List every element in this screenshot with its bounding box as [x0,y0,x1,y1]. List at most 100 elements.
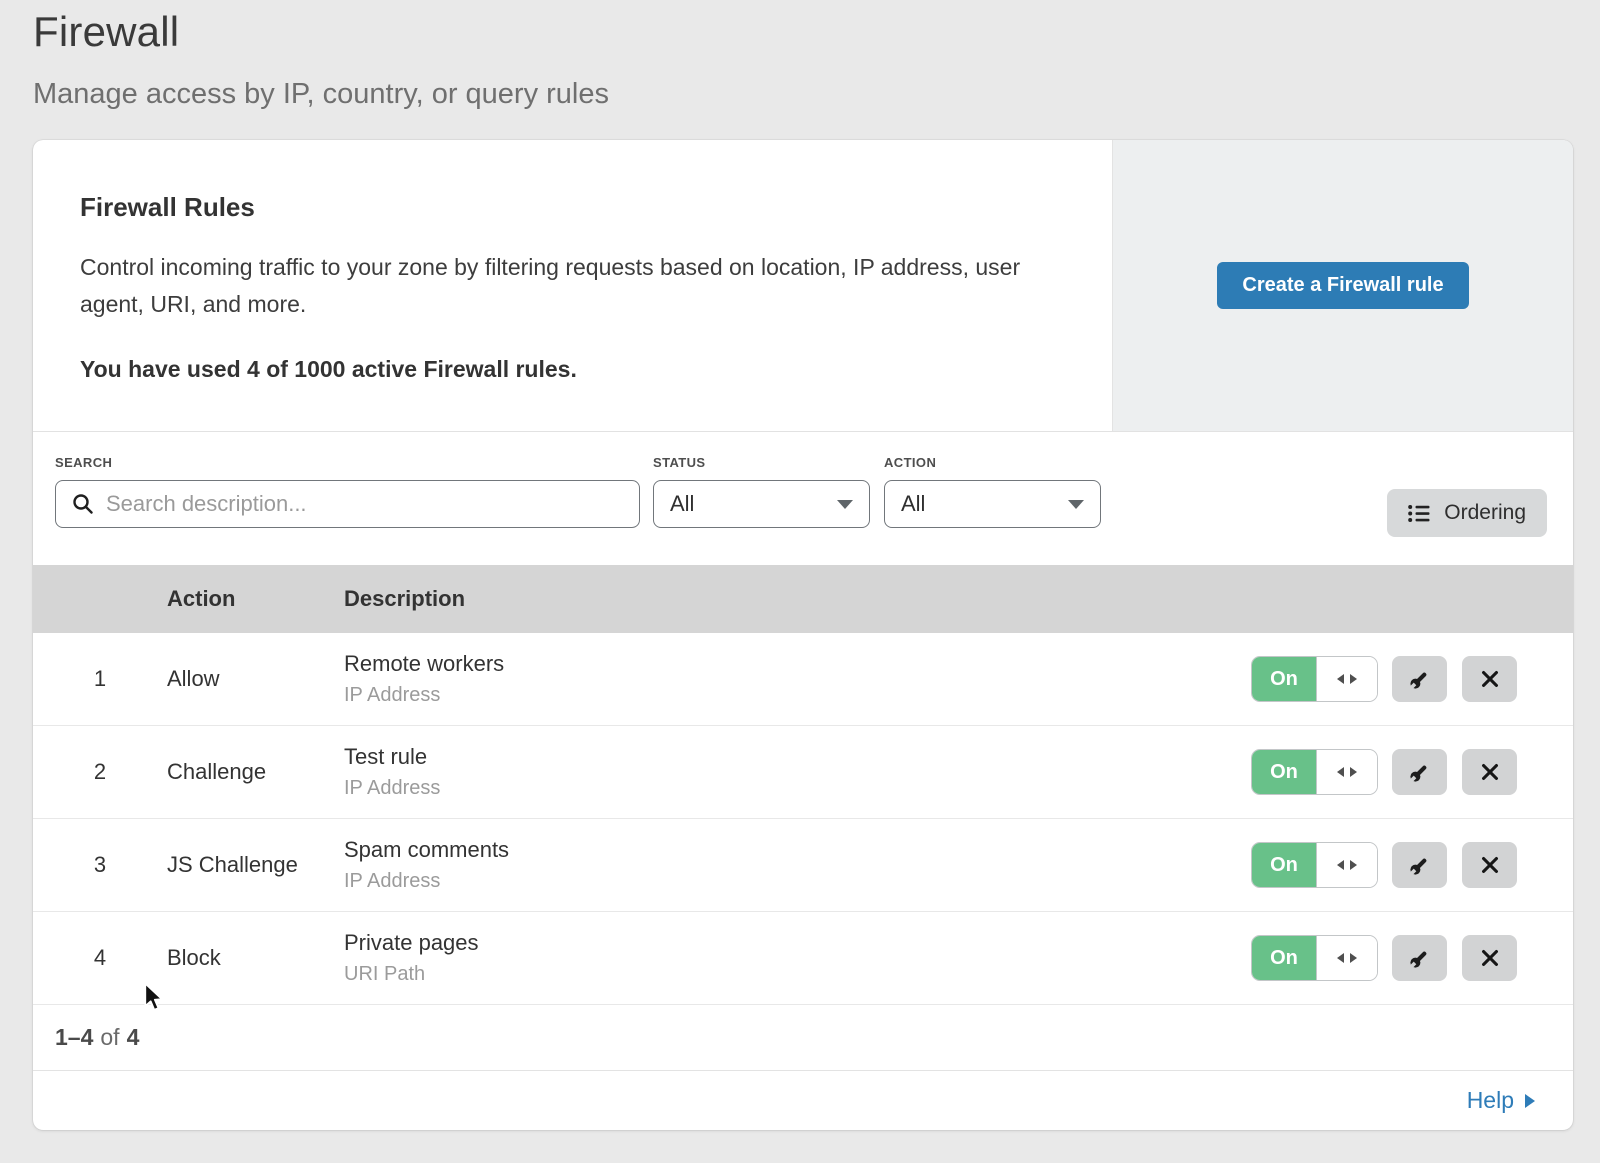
status-group: STATUS All [653,455,870,528]
firewall-rules-heading: Firewall Rules [80,192,1072,223]
triangle-right-icon [1350,767,1357,777]
wrench-icon [1407,945,1433,971]
rule-enabled-toggle[interactable]: On [1251,842,1378,888]
arrow-right-icon [1525,1094,1535,1108]
help-label: Help [1467,1087,1514,1114]
rule-description: Remote workers IP Address [344,651,1251,707]
x-icon [1479,668,1501,690]
firewall-rules-usage: You have used 4 of 1000 active Firewall … [80,356,1072,383]
status-select[interactable]: All [653,480,870,528]
rule-priority: 4 [33,945,167,971]
delete-rule-button[interactable] [1462,656,1517,702]
action-select[interactable]: All [884,480,1101,528]
wrench-icon [1407,759,1433,785]
rule-title: Private pages [344,930,1251,956]
create-rule-panel: Create a Firewall rule [1112,140,1573,431]
rule-enabled-toggle[interactable]: On [1251,749,1378,795]
pagination-row: 1–4 of 4 [33,1005,1573,1071]
ordered-list-icon [1408,504,1431,523]
rule-description: Test rule IP Address [344,744,1251,800]
table-row: 1 Allow Remote workers IP Address On [33,633,1573,726]
ordering-label: Ordering [1444,501,1526,525]
table-row: 3 JS Challenge Spam comments IP Address … [33,819,1573,912]
toggle-on-segment[interactable]: On [1252,657,1316,701]
triangle-right-icon [1350,674,1357,684]
triangle-right-icon [1350,953,1357,963]
rule-title: Test rule [344,744,1251,770]
triangle-left-icon [1337,953,1344,963]
rule-enabled-toggle[interactable]: On [1251,935,1378,981]
chevron-down-icon [1068,500,1084,509]
search-group: SEARCH [55,455,640,528]
status-selected-value: All [670,491,694,517]
page-title: Firewall [33,8,1600,56]
rule-field: IP Address [344,684,1251,707]
rule-priority: 3 [33,852,167,878]
search-label: SEARCH [55,455,640,470]
triangle-left-icon [1337,767,1344,777]
help-link[interactable]: Help [1467,1087,1535,1114]
triangle-left-icon [1337,674,1344,684]
pagination-of: of [100,1024,119,1051]
pagination-total: 4 [127,1024,140,1051]
search-icon [71,492,95,516]
create-firewall-rule-button[interactable]: Create a Firewall rule [1217,262,1468,309]
page-subtitle: Manage access by IP, country, or query r… [33,78,1600,111]
edit-rule-button[interactable] [1392,935,1447,981]
rule-description: Private pages URI Path [344,930,1251,986]
rule-action: Challenge [167,759,344,785]
triangle-left-icon [1337,860,1344,870]
rule-action: Allow [167,666,344,692]
action-group: ACTION All [884,455,1101,528]
firewall-rules-card: Firewall Rules Control incoming traffic … [33,140,1573,1130]
toggle-drag-handle[interactable] [1316,750,1377,794]
rule-priority: 2 [33,759,167,785]
delete-rule-button[interactable] [1462,842,1517,888]
toggle-drag-handle[interactable] [1316,936,1377,980]
rule-priority: 1 [33,666,167,692]
firewall-rules-intro: Firewall Rules Control incoming traffic … [33,140,1112,431]
table-row: 4 Block Private pages URI Path On [33,912,1573,1005]
action-column-header: Action [167,586,344,612]
toggle-on-segment[interactable]: On [1252,936,1316,980]
wrench-icon [1407,852,1433,878]
card-top-section: Firewall Rules Control incoming traffic … [33,140,1573,432]
edit-rule-button[interactable] [1392,842,1447,888]
wrench-icon [1407,666,1433,692]
x-icon [1479,761,1501,783]
chevron-down-icon [837,500,853,509]
ordering-button[interactable]: Ordering [1387,489,1547,537]
help-row: Help [33,1071,1573,1130]
rule-field: IP Address [344,870,1251,893]
toggle-on-segment[interactable]: On [1252,843,1316,887]
edit-rule-button[interactable] [1392,749,1447,795]
page-header: Firewall Manage access by IP, country, o… [0,0,1600,111]
rule-title: Remote workers [344,651,1251,677]
edit-rule-button[interactable] [1392,656,1447,702]
rule-title: Spam comments [344,837,1251,863]
status-label: STATUS [653,455,870,470]
triangle-right-icon [1350,860,1357,870]
table-header: Action Description [33,565,1573,633]
rule-action: JS Challenge [167,852,344,878]
rule-enabled-toggle[interactable]: On [1251,656,1378,702]
toggle-drag-handle[interactable] [1316,657,1377,701]
rule-description: Spam comments IP Address [344,837,1251,893]
toggle-drag-handle[interactable] [1316,843,1377,887]
toggle-on-segment[interactable]: On [1252,750,1316,794]
firewall-rules-description: Control incoming traffic to your zone by… [80,249,1030,323]
action-selected-value: All [901,491,925,517]
rule-action: Block [167,945,344,971]
action-label: ACTION [884,455,1101,470]
table-row: 2 Challenge Test rule IP Address On [33,726,1573,819]
x-icon [1479,947,1501,969]
pagination-range: 1–4 [55,1024,93,1051]
rule-controls: On [1251,842,1573,888]
search-input[interactable] [55,480,640,528]
rule-controls: On [1251,749,1573,795]
rule-controls: On [1251,656,1573,702]
delete-rule-button[interactable] [1462,749,1517,795]
delete-rule-button[interactable] [1462,935,1517,981]
rule-controls: On [1251,935,1573,981]
x-icon [1479,854,1501,876]
